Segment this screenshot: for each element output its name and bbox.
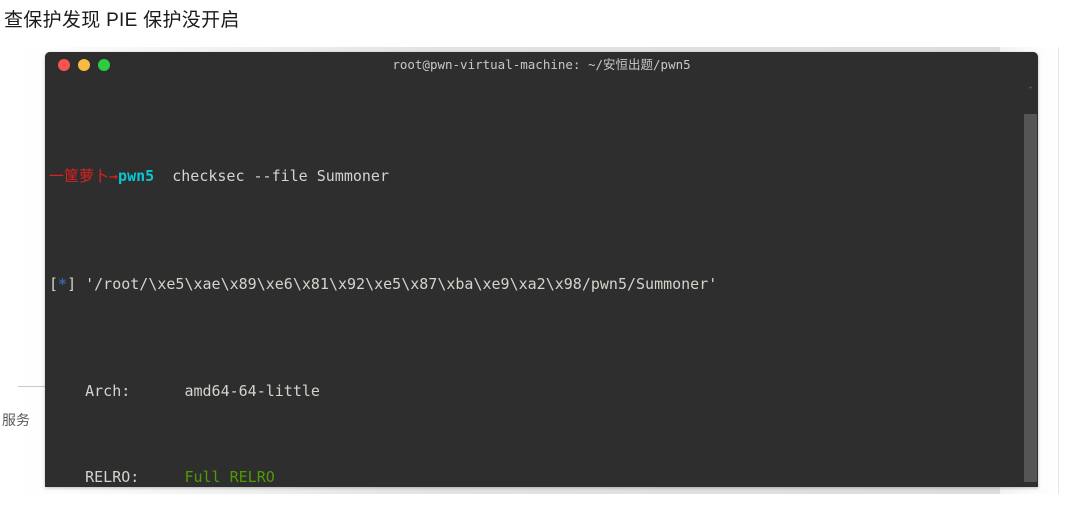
checksec-row-relro: RELRO: Full RELRO xyxy=(47,467,1038,487)
row-indent xyxy=(49,382,85,400)
prompt-cwd: pwn5 xyxy=(118,167,155,185)
maximize-button-icon[interactable] xyxy=(98,58,110,71)
row-indent xyxy=(49,468,85,486)
checksec-label-arch: Arch: xyxy=(85,382,131,400)
window-controls xyxy=(45,58,110,71)
terminal-line-command: 一筐萝卜→pwn5 checksec --file Summoner xyxy=(47,166,1038,188)
terminal-titlebar[interactable]: root@pwn-virtual-machine: ~/安恒出题/pwn5 xyxy=(45,52,1038,77)
terminal-window[interactable]: root@pwn-virtual-machine: ~/安恒出题/pwn5 一筐… xyxy=(45,52,1038,487)
command-spacer xyxy=(154,167,172,185)
target-path: '/root/\xe5\xae\x89\xe6\x81\x92\xe5\x87\… xyxy=(85,274,718,293)
terminal-line-target: [*] '/root/\xe5\xae\x89\xe6\x81\x92\xe5\… xyxy=(47,274,1038,296)
prompt-user: 一筐萝卜 xyxy=(49,167,110,185)
row-gap xyxy=(139,468,184,486)
prompt-arrow-icon: → xyxy=(109,167,119,185)
close-button-icon[interactable] xyxy=(58,58,70,71)
status-asterisk-icon: * xyxy=(58,274,68,293)
background-sidebar-label: 服务 xyxy=(2,412,30,428)
checksec-label-relro: RELRO: xyxy=(85,468,140,486)
checksec-row-arch: Arch: amd64-64-little xyxy=(47,381,1038,403)
checksec-value-relro: Full RELRO xyxy=(184,468,275,486)
scroll-up-arrow-icon[interactable]: ⌃ xyxy=(1023,84,1038,96)
status-bracket-close: ] xyxy=(67,274,77,293)
scrollbar-thumb[interactable] xyxy=(1024,114,1037,482)
checksec-value-arch: amd64-64-little xyxy=(184,382,320,400)
terminal-output-area[interactable]: 一筐萝卜→pwn5 checksec --file Summoner [*] '… xyxy=(45,77,1038,487)
target-path-spacer xyxy=(76,275,85,293)
terminal-window-title: root@pwn-virtual-machine: ~/安恒出题/pwn5 xyxy=(392,57,691,72)
status-bracket-open: [ xyxy=(49,274,59,293)
terminal-command: checksec --file Summoner xyxy=(172,167,389,185)
row-gap xyxy=(130,382,184,400)
page-title: 查保护发现 PIE 保护没开启 xyxy=(4,10,240,31)
minimize-button-icon[interactable] xyxy=(78,58,90,71)
terminal-scrollbar[interactable]: ⌃ xyxy=(1023,77,1038,487)
